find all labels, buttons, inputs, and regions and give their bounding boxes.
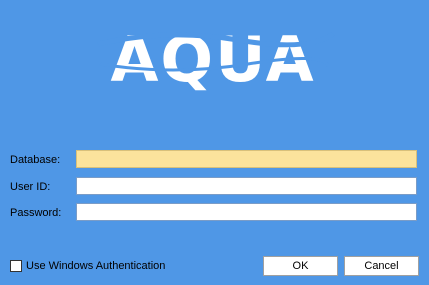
password-field[interactable] xyxy=(76,203,417,221)
password-row: Password: xyxy=(10,203,420,223)
password-label: Password: xyxy=(10,207,62,219)
cancel-button[interactable]: Cancel xyxy=(344,256,419,276)
aqua-logo: AQUA xyxy=(88,14,338,94)
database-row: Database: xyxy=(10,150,420,170)
database-label: Database: xyxy=(10,154,61,166)
aqua-logo-graphic: AQUA xyxy=(97,23,335,94)
windows-auth-label[interactable]: Use Windows Authentication xyxy=(26,260,165,273)
userid-row: User ID: xyxy=(10,177,420,197)
ok-button[interactable]: OK xyxy=(263,256,338,276)
database-field[interactable] xyxy=(76,150,417,168)
windows-auth-checkbox[interactable] xyxy=(10,260,22,272)
userid-label: User ID: xyxy=(10,181,51,193)
userid-field[interactable] xyxy=(76,177,417,195)
